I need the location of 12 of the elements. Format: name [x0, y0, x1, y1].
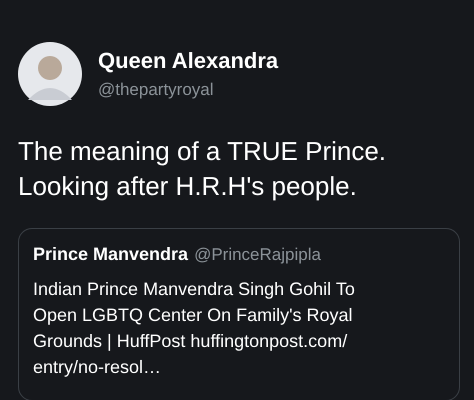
quote-card[interactable]: Prince Manvendra @PrinceRajpipla Indian Prince Manvendra Singh Gohil To Open LGBTQ Center On Family's Royal Grounds | HuffPost huffingtonpost.com/ entry/no-resol…	[18, 228, 460, 400]
avatar-icon	[18, 42, 82, 106]
quote-text: Open LGBTQ Center On Family's Royal	[33, 304, 354, 327]
author-handle: @thepartyroyal	[98, 79, 215, 101]
tweet-text: Looking after H.R.H's people.	[18, 170, 358, 203]
quote-text: Grounds | HuffPost huffingtonpost.com/	[33, 330, 348, 353]
quote-text: Indian Prince Manvendra Singh Gohil To	[33, 278, 356, 301]
author-name: Queen Alexandra	[98, 47, 278, 75]
quote-text: entry/no-resol…	[33, 356, 162, 379]
quote-author-name: Prince Manvendra	[33, 243, 188, 266]
tweet-text: The meaning of a TRUE Prince.	[18, 135, 388, 168]
quote-author-handle: @PrinceRajpipla	[194, 244, 321, 266]
